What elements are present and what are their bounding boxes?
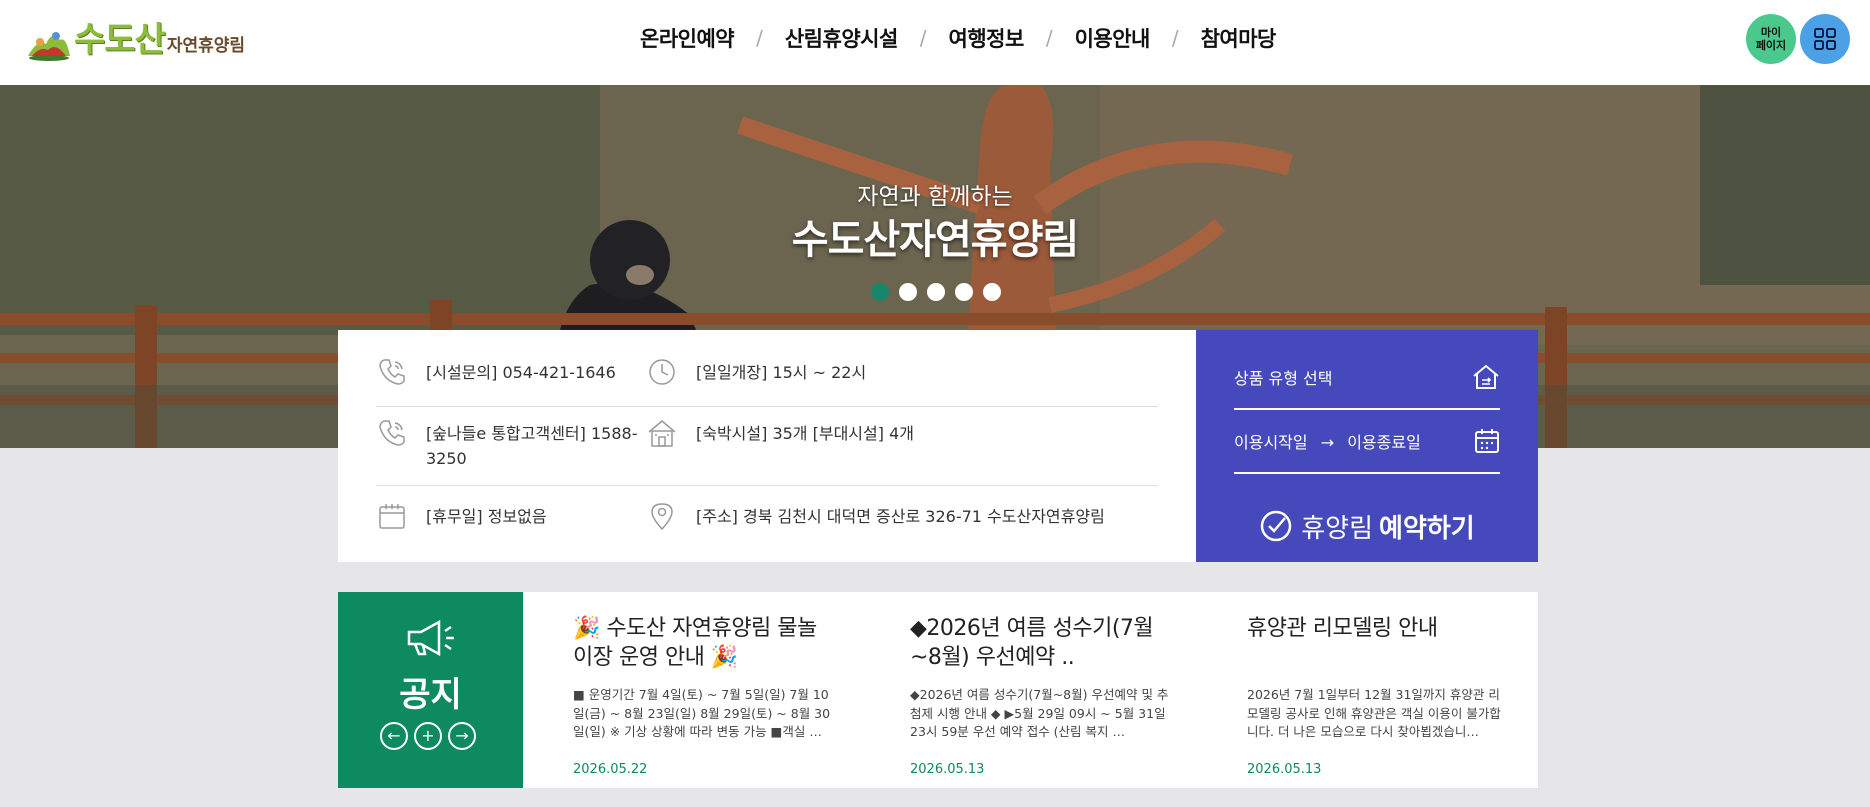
notice-item-title: 휴양관 리모델링 안내 bbox=[1247, 616, 1438, 641]
nav-separator: / bbox=[756, 25, 763, 50]
reserve-button[interactable]: 휴양림 예약하기 bbox=[1196, 498, 1538, 554]
hero-title: 수도산자연휴양림 bbox=[791, 217, 1079, 263]
notice-item-body: ◆2026년 여름 성수기(7월~8월) 우선예약 및 추첨제 시행 안내 ◆ … bbox=[910, 687, 1169, 739]
nav-forest-facilities[interactable]: 산림휴양시설 bbox=[785, 23, 898, 53]
end-date-label: 이용종료일 bbox=[1347, 433, 1421, 452]
mypage-button[interactable]: 마이 페이지 bbox=[1746, 14, 1796, 64]
site-logo[interactable]: 수도산 자연휴양림 bbox=[26, 16, 245, 62]
date-range-select[interactable]: 이용시작일 → 이용종료일 bbox=[1234, 410, 1500, 474]
notice-item-title: ◆2026년 여름 성수기(7월~8월) 우선예약 .. bbox=[910, 616, 1154, 670]
check-circle-icon bbox=[1261, 510, 1292, 542]
phone-icon bbox=[379, 359, 405, 385]
slide-dot-3[interactable] bbox=[927, 283, 945, 301]
nav-community[interactable]: 참여마당 bbox=[1201, 23, 1277, 53]
nav-separator: / bbox=[919, 25, 927, 50]
notice-item-title: 🎉 수도산 자연휴양림 물놀이장 운영 안내 🎉 bbox=[573, 616, 817, 670]
slide-dot-1[interactable] bbox=[871, 283, 889, 301]
info-address: [주소] 경북 김천시 대덕면 증산로 326-71 수도산자연휴양림 bbox=[646, 500, 1166, 532]
mypage-label-line2: 페이지 bbox=[1755, 39, 1787, 52]
product-type-select[interactable]: 상품 유형 선택 bbox=[1234, 346, 1500, 410]
notice-item[interactable]: ◆2026년 여름 성수기(7월~8월) 우선예약 .. ◆2026년 여름 성… bbox=[910, 614, 1170, 777]
slide-dot-4[interactable] bbox=[955, 283, 973, 301]
info-closed: [휴무일] 정보없음 bbox=[376, 500, 636, 532]
address-text: [주소] 경북 김천시 대덕면 증산로 326-71 수도산자연휴양림 bbox=[696, 507, 1105, 526]
notice-item-date: 2026.05.22 bbox=[573, 762, 648, 777]
mypage-label-line1: 마이 bbox=[1760, 26, 1782, 39]
notice-label-box: 공지 ← + → bbox=[338, 592, 523, 788]
closed-text: [휴무일] 정보없음 bbox=[426, 507, 547, 526]
date-range-text: 이용시작일 → 이용종료일 bbox=[1234, 429, 1421, 453]
main-navigation: 온라인예약 / 산림휴양시설 / 여행정보 / 이용안내 / 참여마당 bbox=[640, 0, 1276, 75]
house-select-icon bbox=[1473, 364, 1499, 389]
notice-title: 공지 bbox=[399, 675, 462, 715]
hero-subtitle: 자연과 함께하는 bbox=[857, 184, 1013, 210]
location-pin-icon bbox=[651, 503, 673, 531]
grid-menu-icon bbox=[1814, 28, 1836, 50]
logo-sub-text: 자연휴양림 bbox=[166, 36, 246, 56]
product-type-label: 상품 유형 선택 bbox=[1234, 369, 1333, 388]
notice-item-date: 2026.05.13 bbox=[910, 762, 985, 777]
slide-dot-5[interactable] bbox=[983, 283, 1001, 301]
facility-info-panel: [시설문의] 054-421-1646 [일일개장] 15시 ~ 22시 [숲나… bbox=[338, 330, 1196, 562]
phone-icon bbox=[379, 420, 405, 446]
date-arrow: → bbox=[1320, 433, 1335, 452]
info-row: [시설문의] 054-421-1646 [일일개장] 15시 ~ 22시 bbox=[376, 330, 1158, 407]
notice-item[interactable]: 🎉 수도산 자연휴양림 물놀이장 운영 안내 🎉 ■ 운영기간 7월 4일(토)… bbox=[573, 614, 833, 777]
quick-reservation-panel: 상품 유형 선택 이용시작일 → 이용종료일 휴양림 예약하기 bbox=[1196, 330, 1538, 562]
info-hours: [일일개장] 15시 ~ 22시 bbox=[646, 356, 1146, 388]
info-row: [숲나들e 통합고객센터] 1588-3250 [숙박시설] 35개 [부대시설… bbox=[376, 407, 1158, 486]
calendar-icon bbox=[379, 504, 405, 529]
clock-icon bbox=[649, 359, 675, 385]
megaphone-icon bbox=[407, 619, 454, 657]
house-icon bbox=[648, 420, 676, 447]
info-facilities: [숙박시설] 35개 [부대시설] 4개 bbox=[646, 417, 1146, 449]
notice-item-body: ■ 운영기간 7월 4일(토) ~ 7월 5일(일) 7월 10일(금) ~ 8… bbox=[573, 687, 831, 739]
info-phone: [시설문의] 054-421-1646 bbox=[376, 356, 636, 388]
start-date-label: 이용시작일 bbox=[1234, 433, 1308, 452]
notice-item-date: 2026.05.13 bbox=[1247, 762, 1322, 777]
phone-text: [시설문의] 054-421-1646 bbox=[426, 363, 616, 382]
notice-more-button[interactable]: + bbox=[414, 722, 442, 750]
info-callcenter: [숲나들e 통합고객센터] 1588-3250 bbox=[376, 417, 638, 471]
nav-separator: / bbox=[1045, 25, 1053, 50]
reserve-button-light-text: 휴양림 bbox=[1301, 513, 1374, 544]
notice-controls: ← + → bbox=[380, 722, 476, 750]
site-header: 수도산 자연휴양림 온라인예약 / 산림휴양시설 / 여행정보 / 이용안내 /… bbox=[0, 0, 1870, 85]
facilities-text: [숙박시설] 35개 [부대시설] 4개 bbox=[696, 424, 914, 443]
nav-usage-guide[interactable]: 이용안내 bbox=[1075, 23, 1151, 53]
callcenter-text: [숲나들e 통합고객센터] 1588-3250 bbox=[426, 424, 638, 468]
nav-travel-info[interactable]: 여행정보 bbox=[949, 23, 1025, 53]
slider-pagination bbox=[871, 283, 1001, 301]
notice-next-button[interactable]: → bbox=[448, 722, 476, 750]
notice-item-body: 2026년 7월 1일부터 12월 31일까지 휴양관 리모델링 공사로 인해 … bbox=[1247, 687, 1501, 739]
logo-main-text: 수도산 bbox=[74, 20, 166, 60]
notice-item[interactable]: 휴양관 리모델링 안내 2026년 7월 1일부터 12월 31일까지 휴양관 … bbox=[1247, 614, 1507, 777]
hours-text: [일일개장] 15시 ~ 22시 bbox=[696, 363, 867, 382]
info-row: [휴무일] 정보없음 [주소] 경북 김천시 대덕면 증산로 326-71 수도… bbox=[376, 486, 1158, 562]
mountain-logo-icon bbox=[28, 32, 70, 61]
reserve-button-bold-text: 예약하기 bbox=[1379, 513, 1475, 544]
nav-online-reservation[interactable]: 온라인예약 bbox=[640, 23, 735, 53]
slide-dot-2[interactable] bbox=[899, 283, 917, 301]
notice-list: 🎉 수도산 자연휴양림 물놀이장 운영 안내 🎉 ■ 운영기간 7월 4일(토)… bbox=[523, 592, 1538, 788]
notice-prev-button[interactable]: ← bbox=[380, 722, 408, 750]
all-menu-button[interactable] bbox=[1800, 14, 1850, 64]
calendar-select-icon bbox=[1475, 429, 1499, 453]
nav-separator: / bbox=[1171, 25, 1179, 50]
